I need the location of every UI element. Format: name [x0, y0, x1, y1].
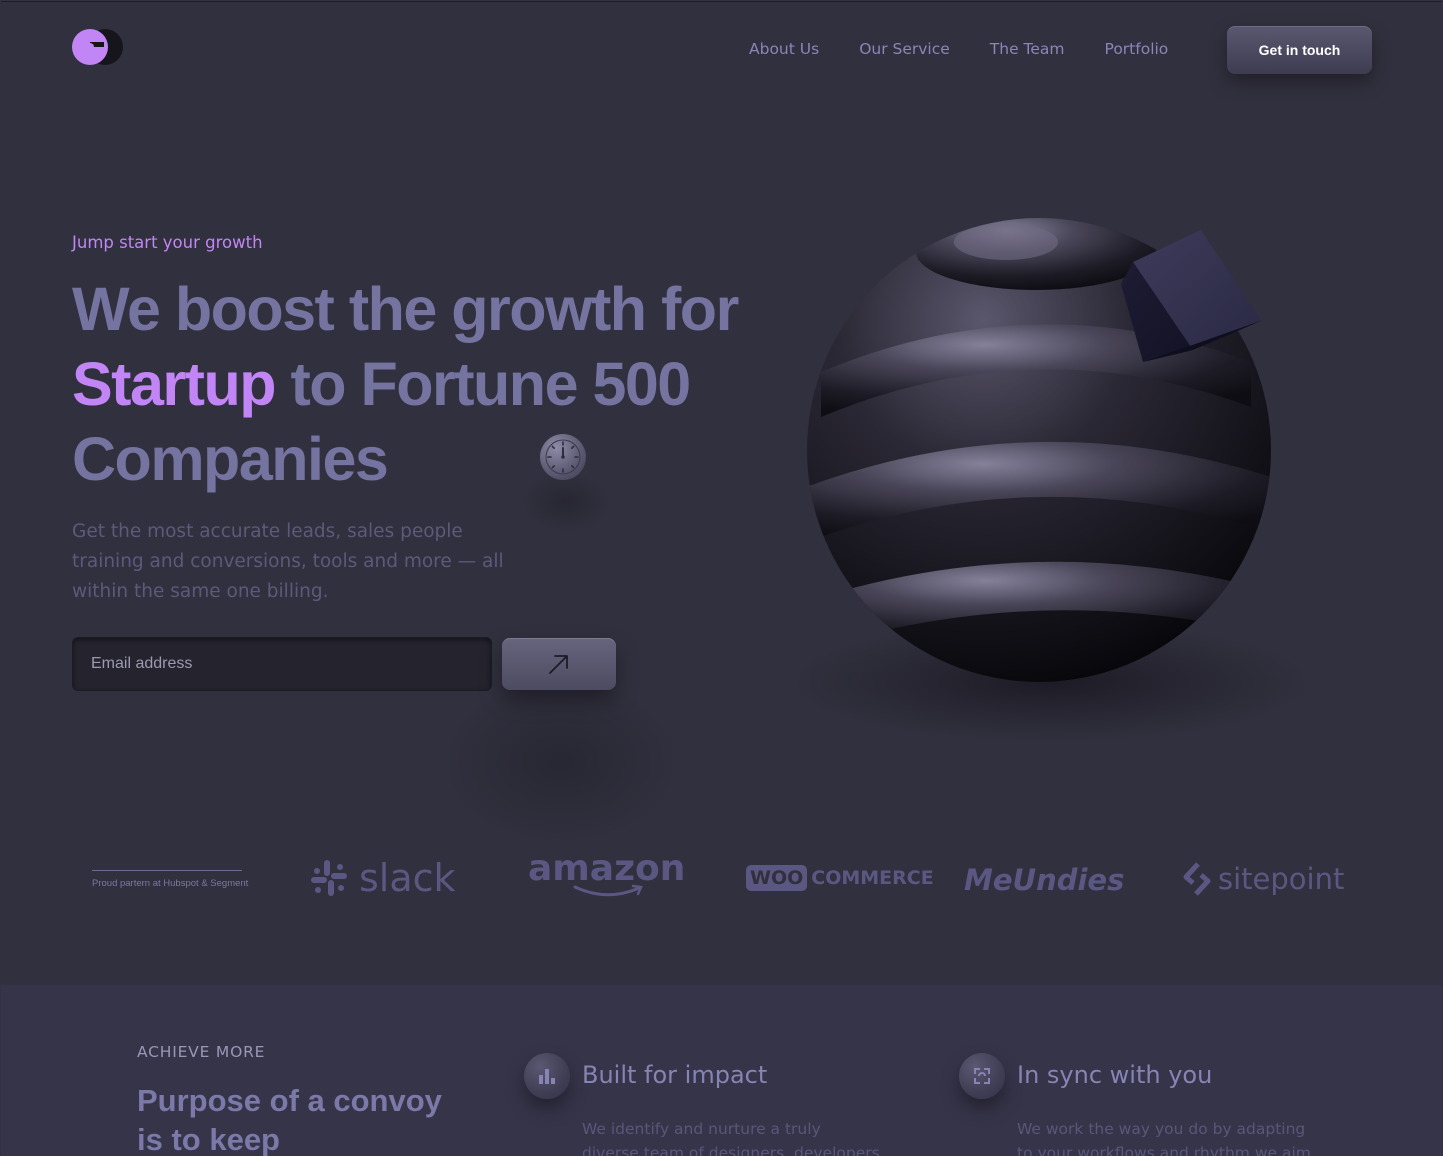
- feature-card-icon-impact: [524, 1053, 570, 1099]
- features-section: ACHIEVE MORE Purpose of a convoy is to k…: [1, 985, 1442, 1156]
- brand-logo[interactable]: [71, 28, 125, 66]
- feature-card-body-impact: We identify and nurture a truly diverse …: [582, 1120, 880, 1156]
- features-eyebrow: ACHIEVE MORE: [137, 1043, 266, 1061]
- features-title: Purpose of a convoy is to keep: [137, 1083, 442, 1156]
- hero-sphere-illustration: [791, 218, 1311, 742]
- submit-button[interactable]: [502, 638, 616, 690]
- hero-subtext: Get the most accurate leads, sales peopl…: [72, 521, 504, 602]
- nav-our-service[interactable]: Our Service: [859, 40, 950, 58]
- amazon-logo: amazon: [528, 850, 685, 906]
- headline-part1: We boost the growth for: [72, 275, 739, 343]
- sitepoint-logo: sitepoint: [1182, 859, 1344, 899]
- submit-shadow: [431, 672, 691, 852]
- meundies-logo: MeUndies: [964, 860, 1124, 900]
- sitepoint-wordmark: sitepoint: [1218, 862, 1345, 896]
- clock-icon: [540, 434, 586, 480]
- woocommerce-logo: WOO COMMERCE: [746, 862, 934, 894]
- meundies-wordmark: MeUndies: [964, 863, 1125, 897]
- woo-badge: WOO: [746, 865, 808, 891]
- main-nav: About Us Our Service The Team Portfolio: [749, 40, 1168, 58]
- partner-divider: [92, 870, 242, 871]
- nav-the-team[interactable]: The Team: [990, 40, 1065, 58]
- feature-card-body-sync: We work the way you do by adapting to yo…: [1017, 1120, 1311, 1156]
- nav-portfolio[interactable]: Portfolio: [1105, 40, 1169, 58]
- amazon-wordmark: amazon: [528, 848, 686, 889]
- woo-commerce-text: COMMERCE: [811, 867, 934, 889]
- feature-card-title-sync: In sync with you: [1017, 1061, 1213, 1089]
- partner-caption: Proud partern at Hubspot & Segment: [92, 878, 249, 889]
- arrow-up-right-icon: [549, 655, 568, 674]
- slack-icon: [311, 860, 347, 896]
- sync-icon: [974, 1068, 990, 1084]
- feature-card-icon-sync: [959, 1053, 1005, 1099]
- get-in-touch-button[interactable]: Get in touch: [1227, 26, 1372, 74]
- feature-card-title-impact: Built for impact: [582, 1061, 768, 1089]
- sitepoint-icon: [1183, 862, 1211, 896]
- page: About Us Our Service The Team Portfolio …: [1, 1, 1442, 1156]
- email-input[interactable]: [72, 637, 492, 691]
- hero-headline: We boost the growth for Startup to Fortu…: [72, 272, 752, 497]
- slack-logo: slack: [309, 852, 456, 904]
- slack-wordmark: slack: [359, 856, 456, 900]
- hero-eyebrow: Jump start your growth: [72, 233, 263, 252]
- bar-chart-icon: [539, 1069, 555, 1084]
- nav-about-us[interactable]: About Us: [749, 40, 819, 58]
- amazon-smile-icon: [573, 884, 643, 897]
- headline-highlight: Startup: [72, 350, 277, 418]
